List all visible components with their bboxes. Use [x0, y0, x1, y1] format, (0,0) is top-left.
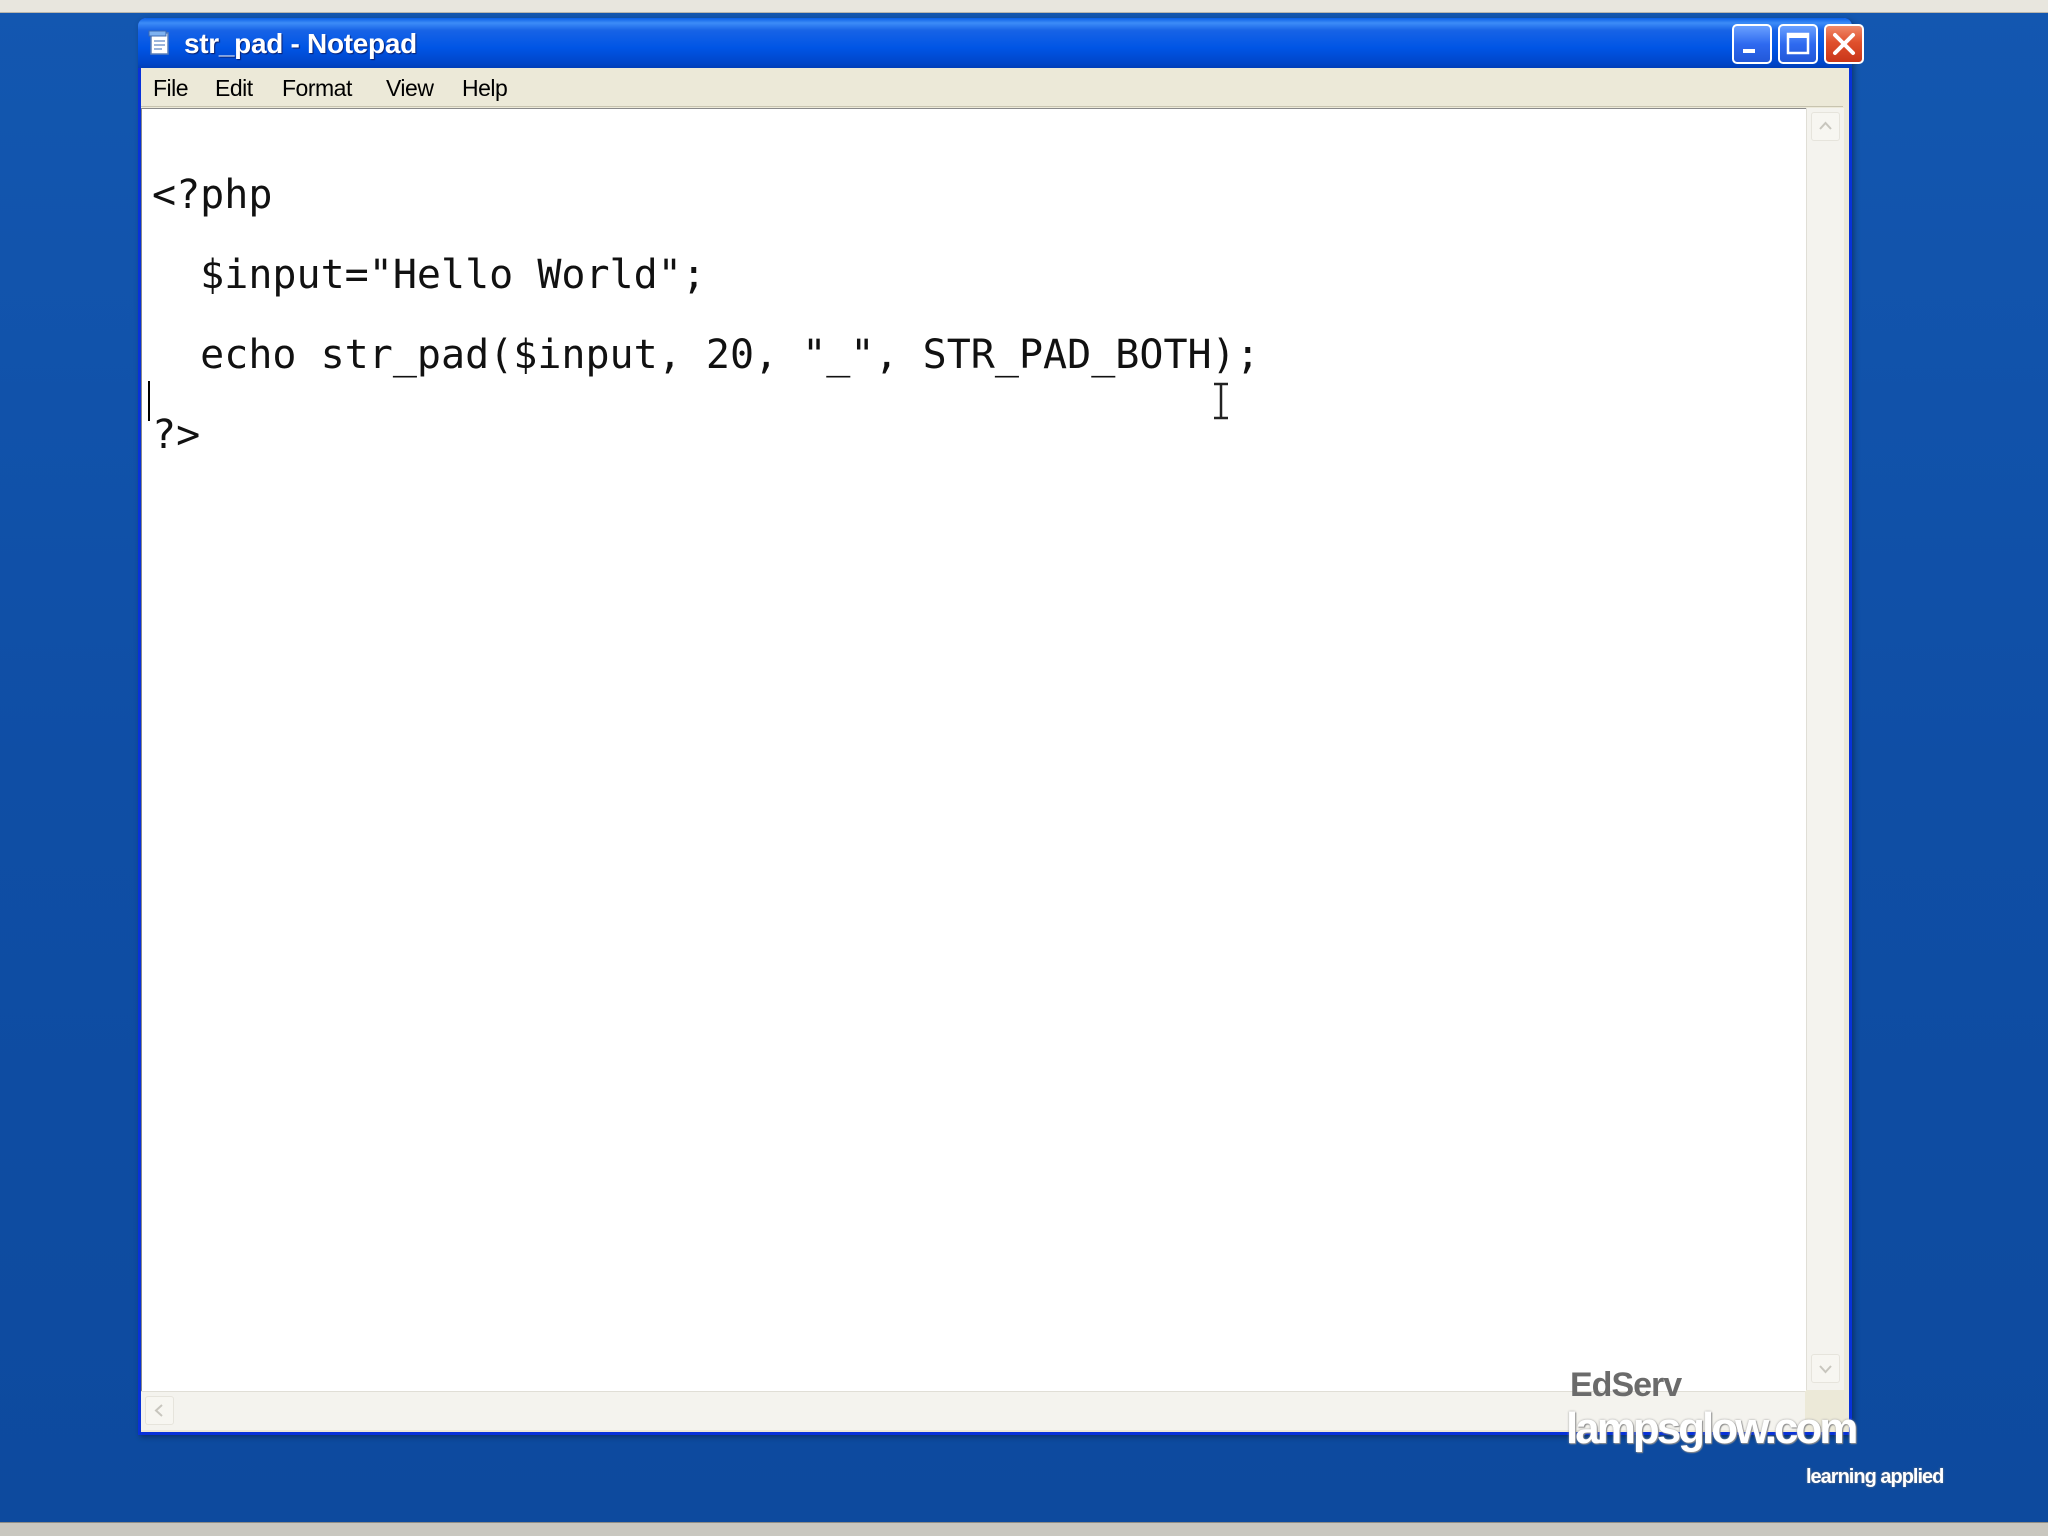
close-icon: [1833, 33, 1855, 55]
desktop: str_pad - Notepad File Edit Format View …: [0, 0, 2048, 1536]
scroll-up-button[interactable]: [1811, 112, 1840, 141]
notepad-icon[interactable]: [148, 30, 172, 56]
maximize-icon: [1786, 32, 1810, 55]
code-line-3: echo str_pad($input, 20, "_", STR_PAD_BO…: [152, 332, 1260, 378]
bottom-edge-strip: [0, 1522, 2048, 1536]
code-line-2: $input="Hello World";: [152, 252, 706, 298]
code-line-4: ?>: [152, 412, 201, 458]
scroll-left-button[interactable]: [145, 1396, 174, 1425]
chevron-up-icon: [1819, 121, 1832, 130]
horizontal-scrollbar[interactable]: [141, 1391, 1805, 1430]
vertical-scrollbar[interactable]: [1806, 108, 1844, 1390]
watermark-tagline: learning applied: [1806, 1466, 1944, 1488]
top-edge-strip: [0, 0, 2048, 13]
menu-format[interactable]: Format: [282, 75, 352, 102]
window-title: str_pad - Notepad: [184, 28, 417, 59]
menu-help[interactable]: Help: [462, 75, 508, 102]
ibeam-cursor-icon: [1214, 382, 1228, 420]
menu-bar: File Edit Format View Help: [141, 68, 1843, 107]
text-editor-area[interactable]: <?php $input="Hello World"; echo str_pad…: [141, 108, 1806, 1391]
notepad-window: str_pad - Notepad File Edit Format View …: [138, 18, 1864, 1435]
title-bar[interactable]: str_pad - Notepad: [138, 18, 1864, 68]
maximize-button[interactable]: [1778, 24, 1818, 64]
watermark-logo: EdServ lampsglow.com learning applied: [1562, 1360, 1982, 1510]
menu-edit[interactable]: Edit: [215, 75, 253, 102]
watermark-brand: EdServ: [1570, 1366, 1682, 1404]
close-button[interactable]: [1824, 24, 1864, 64]
minimize-icon: [1743, 49, 1755, 53]
code-line-1: <?php: [152, 172, 273, 218]
chevron-left-icon: [154, 1404, 163, 1417]
watermark-site: lampsglow.com: [1566, 1404, 1858, 1453]
minimize-button[interactable]: [1732, 24, 1772, 64]
text-caret: [148, 381, 150, 421]
menu-view[interactable]: View: [386, 75, 434, 102]
menu-file[interactable]: File: [153, 75, 189, 102]
